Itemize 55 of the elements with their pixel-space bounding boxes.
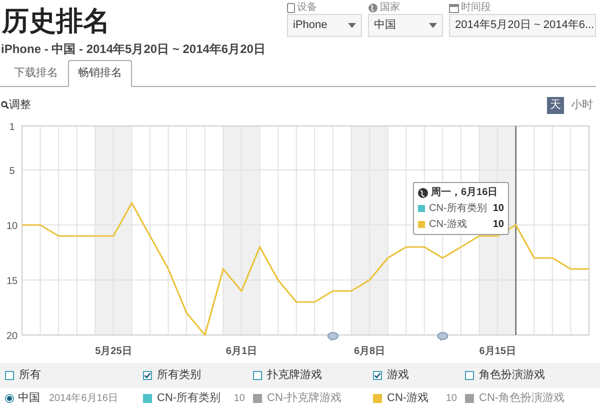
checkbox-label: 所有类别 [157, 368, 201, 384]
globe-icon [418, 188, 428, 198]
zoom-button[interactable]: 调整 [9, 96, 31, 114]
filter-label: 国家 [380, 2, 400, 14]
comment-icon[interactable] [437, 332, 448, 342]
series-value: 10 [446, 392, 457, 406]
checkbox[interactable] [143, 371, 152, 380]
zoom-icon [1, 101, 9, 109]
globe-icon [368, 3, 378, 13]
x-tick-label: 6月8日 [354, 346, 386, 357]
y-tick-label: 5 [9, 166, 15, 177]
phone-icon [287, 3, 295, 13]
series-value: 10 [492, 218, 504, 232]
checkbox-label: 游戏 [387, 368, 409, 384]
granularity-toggle[interactable]: 天 [547, 96, 564, 114]
checkbox[interactable] [5, 371, 14, 380]
series-name: CN-所有类别 [157, 390, 221, 406]
series-name: CN-角色扮演游戏 [479, 390, 565, 406]
checkbox[interactable] [253, 371, 262, 380]
series-value: 10 [234, 392, 245, 406]
x-tick-label: 5月25日 [95, 346, 132, 357]
x-tick-label: 6月1日 [226, 346, 258, 357]
x-tick-label: 6月15日 [479, 346, 516, 357]
radio-button[interactable] [5, 394, 14, 402]
filter-dropdown[interactable]: 中国 [368, 14, 443, 37]
series-value: 10 [492, 202, 504, 216]
filter-dropdown[interactable]: iPhone [287, 14, 362, 37]
y-tick-label: 20 [6, 331, 18, 342]
checkbox-label: 扑克牌游戏 [267, 368, 322, 384]
checkbox-label: 所有 [19, 368, 41, 384]
legend-date: 2014年6月16日 [49, 392, 118, 406]
caret-icon [429, 23, 437, 28]
granularity-toggle[interactable]: 小时 [570, 96, 594, 114]
caret-icon [348, 23, 356, 28]
series-name: CN-游戏 [387, 390, 429, 406]
checkbox[interactable] [465, 371, 474, 380]
filter-dropdown[interactable]: 2014年5月20日 ~ 2014年6... [449, 14, 596, 37]
tab[interactable]: 下载排名 [4, 60, 68, 86]
series-name: CN-扑克牌游戏 [267, 390, 342, 406]
calendar-icon [449, 3, 459, 13]
y-tick-label: 10 [6, 221, 18, 232]
series-name: CN-所有类别 [429, 202, 488, 216]
region-label: 中国 [18, 390, 40, 406]
y-tick-label: 1 [9, 122, 15, 133]
subtitle: iPhone - 中国 - 2014年5月20日 ~ 2014年6月20日 [0, 41, 266, 58]
series-name: CN-游戏 [429, 218, 468, 232]
checkbox-label: 角色扮演游戏 [479, 368, 545, 384]
page-title: 历史排名 [2, 5, 110, 38]
filter-label: 时间段 [461, 2, 491, 14]
filter-label: 设备 [297, 2, 317, 14]
y-tick-label: 15 [6, 276, 18, 287]
tooltip-title: 周一，6月16日 [431, 186, 498, 200]
tab[interactable]: 畅销排名 [68, 60, 132, 87]
comment-icon[interactable] [327, 332, 338, 342]
checkbox[interactable] [373, 371, 382, 380]
